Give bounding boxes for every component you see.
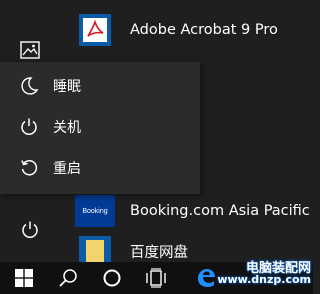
restart-icon	[18, 157, 40, 179]
power-item-sleep[interactable]: 睡眠	[0, 66, 200, 106]
power-item-label: 睡眠	[53, 79, 81, 95]
power-menu: 睡眠 关机 重启	[0, 62, 200, 194]
app-label: 百度网盘	[130, 245, 188, 261]
watermark: 电脑装配网 www.dnzp.com	[217, 255, 313, 294]
power-icon	[18, 116, 40, 138]
windows-logo-icon[interactable]	[4, 262, 44, 294]
pictures-icon[interactable]	[18, 38, 42, 62]
power-item-shutdown[interactable]: 关机	[0, 107, 200, 147]
booking-icon: Booking	[75, 195, 115, 227]
power-icon[interactable]	[18, 218, 42, 242]
power-item-label: 重启	[53, 161, 81, 177]
search-icon[interactable]	[48, 262, 88, 294]
watermark-url: www.dnzp.com	[217, 273, 311, 286]
app-item-adobe-acrobat[interactable]: Adobe Acrobat 9 Pro	[79, 11, 313, 49]
app-label: Adobe Acrobat 9 Pro	[130, 22, 278, 38]
baidu-netdisk-icon	[79, 236, 111, 262]
power-item-restart[interactable]: 重启	[0, 148, 200, 188]
acrobat-icon	[79, 14, 111, 46]
moon-icon	[18, 75, 40, 97]
task-view-icon[interactable]	[136, 262, 176, 294]
cortana-icon[interactable]	[92, 262, 132, 294]
app-item-booking[interactable]: Booking Booking.com Asia Pacific	[75, 192, 313, 230]
app-label: Booking.com Asia Pacific	[130, 203, 310, 219]
power-item-label: 关机	[53, 120, 81, 136]
